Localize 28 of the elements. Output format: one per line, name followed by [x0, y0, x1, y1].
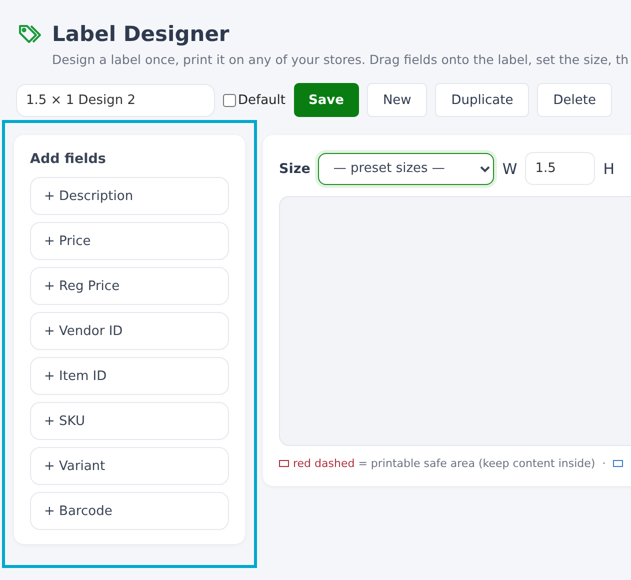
default-label: Default	[238, 92, 286, 108]
toolbar-button[interactable]: Delete	[537, 83, 612, 117]
width-field[interactable]: 1.5	[525, 152, 596, 185]
rectangle-icon	[279, 460, 289, 467]
preset-size-select[interactable]: — preset sizes —	[318, 152, 494, 184]
legend-separator: ·	[602, 457, 606, 470]
save-button[interactable]: Save	[294, 83, 359, 117]
size-label: Size	[279, 160, 310, 176]
height-label: H	[603, 160, 614, 178]
add-field-button[interactable]: + Item ID	[30, 357, 229, 395]
toolbar-button[interactable]: Duplicate	[435, 83, 530, 117]
add-field-button[interactable]: + Description	[30, 177, 229, 215]
tag-icon	[18, 23, 42, 45]
rectangle-icon	[612, 460, 623, 467]
add-field-button[interactable]: + Barcode	[30, 492, 229, 530]
add-field-button[interactable]: + SKU	[30, 402, 229, 440]
width-label: W	[502, 160, 518, 178]
toolbar-button[interactable]: New	[366, 83, 428, 117]
default-checkbox[interactable]	[223, 94, 236, 106]
panel-title: Add fields	[30, 151, 107, 167]
add-field-button[interactable]: + Reg Price	[30, 267, 229, 305]
page-subtitle: Design a label once, print it on any of your stores. Drag fields onto the label, set the size, th	[52, 52, 630, 67]
add-field-button[interactable]: + Variant	[30, 447, 229, 485]
legend-text: red dashed = printable safe area (keep content inside)	[293, 457, 596, 470]
add-field-button[interactable]: + Price	[30, 222, 229, 260]
design-name-field[interactable]: 1.5 × 1 Design 2	[16, 84, 215, 116]
add-field-button[interactable]: + Vendor ID	[30, 312, 229, 350]
page-title: Label Designer	[52, 22, 230, 46]
